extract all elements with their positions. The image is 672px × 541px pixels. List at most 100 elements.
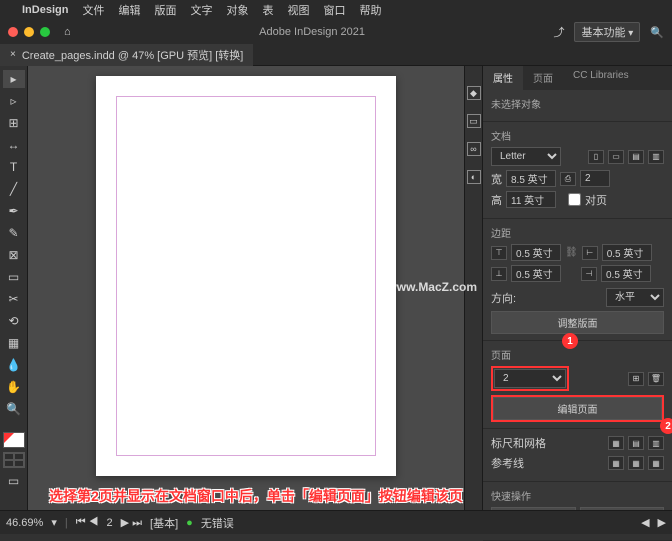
tab-properties[interactable]: 属性 <box>483 66 523 90</box>
no-selection-label: 未选择对象 <box>491 96 664 111</box>
dock-links-icon[interactable]: ∞ <box>467 142 481 156</box>
guides-icon-1[interactable]: ▦ <box>608 456 624 470</box>
rulers-icon-2[interactable]: ▤ <box>628 436 644 450</box>
menu-object[interactable]: 对象 <box>226 2 248 18</box>
search-icon[interactable]: 🔍 <box>650 26 664 39</box>
scroll-right-icon[interactable]: ▶ <box>658 516 666 529</box>
orientation-landscape-icon[interactable]: ▭ <box>608 150 624 164</box>
workspace-menu[interactable]: 基本功能 ▾ <box>574 22 640 42</box>
binding-left-icon[interactable]: ▤ <box>628 150 644 164</box>
hand-tool[interactable]: ✋ <box>3 378 25 396</box>
gap-tool[interactable]: ↔ <box>3 136 25 154</box>
share-icon[interactable]: ⤴ <box>553 24 564 40</box>
guides-icon-3[interactable]: ▦ <box>648 456 664 470</box>
menu-table[interactable]: 表 <box>262 2 273 18</box>
watermark: www.MacZ.com <box>387 280 477 294</box>
zoom-tool[interactable]: 🔍 <box>3 400 25 418</box>
minimize-button[interactable] <box>24 27 34 37</box>
instruction-callout: 选择第2页并显示在文档窗口中后，单击「编辑页面」按钮编辑该页 <box>40 486 472 506</box>
pages-section-label: 页面 <box>491 347 664 362</box>
page-tool[interactable]: ⊞ <box>3 114 25 132</box>
menu-type[interactable]: 文字 <box>190 2 212 18</box>
dock-color-icon[interactable]: ◐ <box>467 170 481 184</box>
tab-cclibraries[interactable]: CC Libraries <box>563 66 639 90</box>
width-input[interactable] <box>506 170 556 187</box>
document-page[interactable] <box>96 76 396 476</box>
home-icon[interactable]: ⌂ <box>64 26 71 38</box>
dock-cc-icon[interactable]: ◆ <box>467 86 481 100</box>
rulers-icon-3[interactable]: ▥ <box>648 436 664 450</box>
margin-top-icon: ⊤ <box>491 246 507 260</box>
pages-count-icon: ⎙ <box>560 172 576 186</box>
gradient-tool[interactable]: ▦ <box>3 334 25 352</box>
marker-2: 2 <box>660 418 672 434</box>
rulers-label: 标尺和网格 <box>491 435 546 451</box>
highlight-edit-page: 编辑页面 <box>491 395 664 422</box>
system-menubar: InDesign 文件 编辑 版面 文字 对象 表 视图 窗口 帮助 <box>0 0 672 20</box>
rectangle-tool[interactable]: ▭ <box>3 268 25 286</box>
height-label: 高 <box>491 192 502 208</box>
menu-file[interactable]: 文件 <box>82 2 104 18</box>
link-margins-icon[interactable]: ⛓ <box>565 247 578 258</box>
document-tab[interactable]: × Create_pages.indd @ 47% [GPU 预览] [转换] <box>0 44 253 66</box>
zoom-level[interactable]: 46.69% <box>6 517 43 529</box>
binding-right-icon[interactable]: ▥ <box>648 150 664 164</box>
direction-select[interactable]: 水平 <box>606 288 664 307</box>
scissors-tool[interactable]: ✂ <box>3 290 25 308</box>
type-tool[interactable]: T <box>3 158 25 176</box>
margin-left-icon: ⊢ <box>582 246 598 260</box>
guides-icon-2[interactable]: ▦ <box>628 456 644 470</box>
rulers-icon-1[interactable]: ▦ <box>608 436 624 450</box>
titlebar: ⌂ Adobe InDesign 2021 ⤴ 基本功能 ▾ 🔍 <box>0 20 672 44</box>
orientation-portrait-icon[interactable]: ▯ <box>588 150 604 164</box>
facing-pages-label: 对页 <box>585 192 607 208</box>
margin-bottom-input[interactable] <box>511 265 561 282</box>
guides-label: 参考线 <box>491 455 524 471</box>
pen-tool[interactable]: ✒ <box>3 202 25 220</box>
menu-window[interactable]: 窗口 <box>323 2 345 18</box>
width-label: 宽 <box>491 171 502 187</box>
menu-help[interactable]: 帮助 <box>359 2 381 18</box>
master-page[interactable]: [基本] <box>150 515 178 531</box>
rectangle-frame-tool[interactable]: ⊠ <box>3 246 25 264</box>
preset-select[interactable]: Letter <box>491 147 561 166</box>
page-indicator[interactable]: 2 <box>106 517 112 529</box>
delete-page-icon[interactable]: 🗑 <box>648 372 664 386</box>
apply-color-grid[interactable] <box>3 452 25 468</box>
app-menu[interactable]: InDesign <box>22 4 68 16</box>
margin-right-input[interactable] <box>601 265 651 282</box>
new-page-icon[interactable]: ⊞ <box>628 372 644 386</box>
menu-layout[interactable]: 版面 <box>154 2 176 18</box>
eyedropper-tool[interactable]: 💧 <box>3 356 25 374</box>
facing-pages-checkbox[interactable] <box>568 193 581 206</box>
quick-actions-label: 快速操作 <box>491 488 664 503</box>
document-section-label: 文档 <box>491 128 664 143</box>
close-button[interactable] <box>8 27 18 37</box>
pencil-tool[interactable]: ✎ <box>3 224 25 242</box>
maximize-button[interactable] <box>40 27 50 37</box>
current-page-select[interactable]: 2 <box>494 369 566 388</box>
selection-tool[interactable]: ▸ <box>3 70 25 88</box>
adjust-layout-button[interactable]: 调整版面 <box>491 311 664 334</box>
direct-selection-tool[interactable]: ▹ <box>3 92 25 110</box>
tab-pages[interactable]: 页面 <box>523 66 563 90</box>
direction-label: 方向: <box>491 290 516 306</box>
transform-tool[interactable]: ⟲ <box>3 312 25 330</box>
fill-stroke-swatch[interactable] <box>3 432 25 448</box>
line-tool[interactable]: ╱ <box>3 180 25 198</box>
menu-edit[interactable]: 编辑 <box>118 2 140 18</box>
margin-top-input[interactable] <box>511 244 561 261</box>
highlight-page-select: 2 <box>491 366 569 391</box>
pages-input[interactable] <box>580 170 610 187</box>
scroll-left-icon[interactable]: ◀ <box>641 516 649 529</box>
margin-left-input[interactable] <box>602 244 652 261</box>
dock-pages-icon[interactable]: ▭ <box>467 114 481 128</box>
menu-view[interactable]: 视图 <box>287 2 309 18</box>
height-input[interactable] <box>506 191 556 208</box>
margin-bottom-icon: ⊥ <box>491 267 507 281</box>
marker-1: 1 <box>562 333 578 349</box>
edit-page-button[interactable]: 编辑页面 <box>493 397 662 420</box>
page-margins <box>116 96 376 456</box>
view-mode-tool[interactable]: ▭ <box>3 472 25 490</box>
properties-panel: 属性 页面 CC Libraries 未选择对象 文档 Letter ▯ ▭ ▤… <box>482 66 672 510</box>
